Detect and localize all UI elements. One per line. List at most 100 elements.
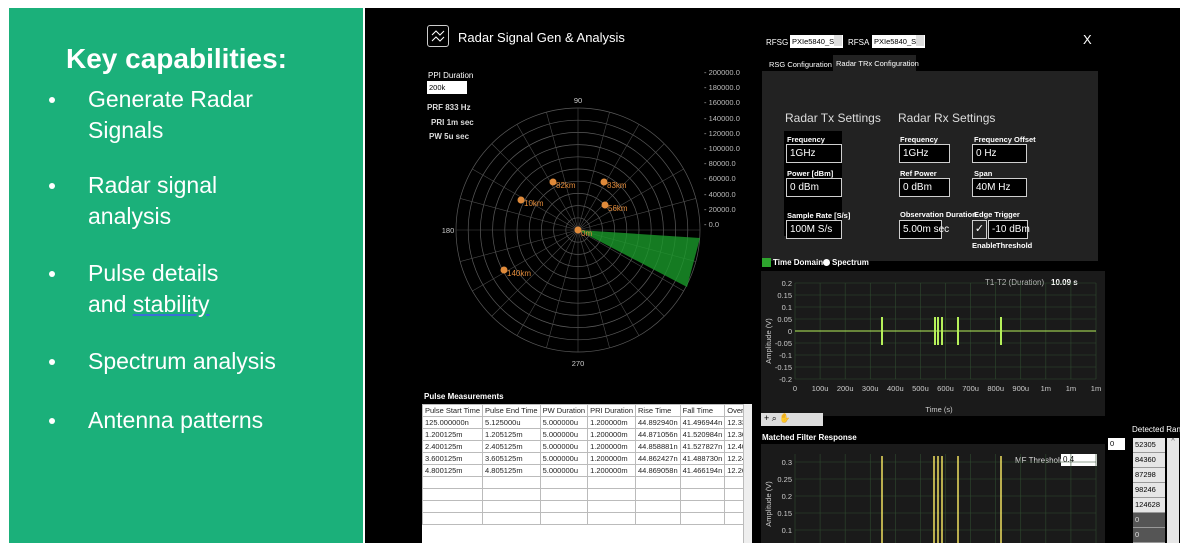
pan-hand-icon[interactable]: ✋ — [779, 413, 790, 423]
tx-power-label: Power [dBm] — [787, 169, 834, 178]
bearing-line — [577, 168, 684, 231]
table-cell — [539, 488, 589, 501]
graph-tools-palette[interactable]: + ⌕ ✋ — [761, 413, 823, 426]
bearing-line — [577, 124, 640, 231]
rx-frequency-input[interactable]: 1GHz — [899, 144, 950, 163]
zoom-icon[interactable]: ⌕ — [772, 413, 777, 423]
edge-trigger-checkbox[interactable]: ✓ — [972, 220, 987, 239]
table-cell: 41.527827n — [679, 440, 726, 453]
detected-index-input[interactable]: 0 — [1108, 438, 1125, 450]
rx-edge-trigger-input[interactable]: -10 dBm — [988, 220, 1030, 239]
spectrum-radio[interactable] — [823, 259, 830, 266]
rx-span-input[interactable]: 40M Hz — [972, 178, 1027, 197]
bearing-line — [460, 198, 579, 231]
range-tick: - 0.0 — [704, 220, 720, 229]
spectrum-label: Spectrum — [832, 258, 869, 267]
detected-range-item[interactable]: 0 — [1133, 513, 1165, 528]
table-cell: 44.869058n — [635, 464, 681, 477]
rfsa-value: PXIe5840_SI — [874, 37, 919, 46]
table-cell — [587, 512, 637, 525]
table-scrollbar[interactable] — [743, 404, 752, 543]
table-row[interactable]: 1.200125m 1.205125m 5.000000u 1.200000m 44.8… — [422, 428, 752, 441]
tx-power-input[interactable]: 0 dBm — [786, 178, 842, 197]
table-row[interactable] — [422, 500, 752, 513]
detected-range-item[interactable]: 87298 — [1133, 468, 1165, 483]
range-tick: - 180000.0 — [704, 83, 740, 93]
detected-range-item[interactable]: 0 — [1133, 528, 1165, 543]
rx-offset-input[interactable]: 0 Hz — [972, 144, 1027, 163]
tab-radar-trx-configuration[interactable]: Radar TRx Configuration — [833, 55, 919, 71]
pulse-measurements-title: Pulse Measurements — [424, 392, 504, 401]
table-cell — [679, 500, 726, 513]
bearing-line — [546, 229, 579, 348]
table-header[interactable]: Fall Time — [679, 404, 726, 417]
rx-observation-input[interactable]: 5.00m sec — [899, 220, 949, 239]
matched-filter-chart: 0.30.250.20.150.10.05 Amplitude (V) — [764, 454, 1097, 543]
matched-filter-ylabel: Amplitude (V) — [764, 481, 773, 527]
target-label: 83km — [607, 181, 627, 190]
detected-range-item[interactable]: 84360 — [1133, 453, 1165, 468]
rx-ref-power-input[interactable]: 0 dBm — [899, 178, 950, 197]
crosshair-icon[interactable]: + — [764, 413, 769, 423]
bullet-icon — [49, 271, 55, 277]
capability-line: Antenna patterns — [88, 407, 264, 433]
radar-sweep — [578, 230, 700, 287]
capability-line: analysis — [88, 203, 172, 229]
y-tick-label: 0.05 — [777, 315, 792, 324]
table-header[interactable]: PRI Duration — [587, 404, 637, 417]
range-tick: - 140000.0 — [704, 113, 740, 123]
table-header[interactable]: Rise Time — [635, 404, 681, 417]
table-cell: 44.858881n — [635, 440, 681, 453]
tx-settings-title: Radar Tx Settings — [785, 111, 881, 125]
detected-scrollbar[interactable]: ^ — [1167, 438, 1179, 543]
detected-range-item[interactable]: 52305 — [1133, 438, 1165, 453]
bullet-icon — [49, 183, 55, 189]
table-row[interactable] — [422, 488, 752, 501]
table-row[interactable]: 3.600125m 3.605125m 5.000000u 1.200000m 44.8… — [422, 452, 752, 465]
table-row[interactable]: 125.000000n 5.125000u 5.000000u 1.200000m 44… — [422, 416, 752, 429]
tx-sample-rate-input[interactable]: 100M S/s — [786, 220, 842, 239]
bullet-icon — [49, 418, 55, 424]
rx-ref-power-label: Ref Power — [900, 169, 937, 178]
close-button[interactable]: X — [1083, 32, 1092, 47]
y-tick-label: 0.15 — [777, 291, 792, 300]
table-cell — [679, 512, 726, 525]
table-cell — [422, 512, 484, 525]
detected-range-item[interactable]: 124628 — [1133, 498, 1165, 513]
bearing-line — [460, 229, 579, 262]
table-cell: 4.805125m — [482, 464, 541, 477]
rfsg-select[interactable]: PXIe5840_SI — [790, 35, 843, 48]
table-cell — [422, 488, 484, 501]
time-domain-radio[interactable] — [762, 258, 771, 267]
x-tick-label: 1m — [1091, 384, 1101, 393]
x-tick-label: 200u — [837, 384, 854, 393]
bearing-line — [577, 112, 610, 231]
time-domain-chart: 0.20.150.10.050-0.05-0.1-0.15-0.20 100u 20… — [764, 279, 1101, 414]
table-cell — [679, 488, 726, 501]
table-header[interactable]: Pulse End Time — [482, 404, 541, 417]
rfsa-select[interactable]: PXIe5840_SI — [872, 35, 925, 48]
table-cell: 41.466194n — [679, 464, 726, 477]
table-row[interactable] — [422, 512, 752, 525]
table-row[interactable]: 2.400125m 2.405125m 5.000000u 1.200000m 44.8… — [422, 440, 752, 453]
chevron-down-icon — [834, 35, 842, 46]
y-tick-label: 0 — [788, 327, 792, 336]
x-tick-label: 300u — [862, 384, 879, 393]
table-row[interactable] — [422, 476, 752, 489]
table-cell: 125.000000n — [422, 416, 484, 429]
table-header[interactable]: PW Duration — [539, 404, 589, 417]
tab-rsg-configuration[interactable]: RSG Configuration — [766, 58, 835, 71]
table-header[interactable]: Pulse Start Time — [422, 404, 484, 417]
table-cell: 44.892940n — [635, 416, 681, 429]
detected-range-item[interactable]: 98246 — [1133, 483, 1165, 498]
table-cell: 4.800125m — [422, 464, 484, 477]
time-domain-label: Time Domain — [773, 258, 824, 267]
bullet-icon — [49, 97, 55, 103]
tx-frequency-input[interactable]: 1GHz — [786, 144, 842, 163]
rx-frequency-label: Frequency — [900, 135, 938, 144]
table-cell: 1.205125m — [482, 428, 541, 441]
rx-settings-title: Radar Rx Settings — [898, 111, 996, 125]
target-label: 140km — [507, 269, 531, 278]
table-row[interactable]: 4.800125m 4.805125m 5.000000u 1.200000m 44.8… — [422, 464, 752, 477]
x-tick-label: 400u — [887, 384, 904, 393]
